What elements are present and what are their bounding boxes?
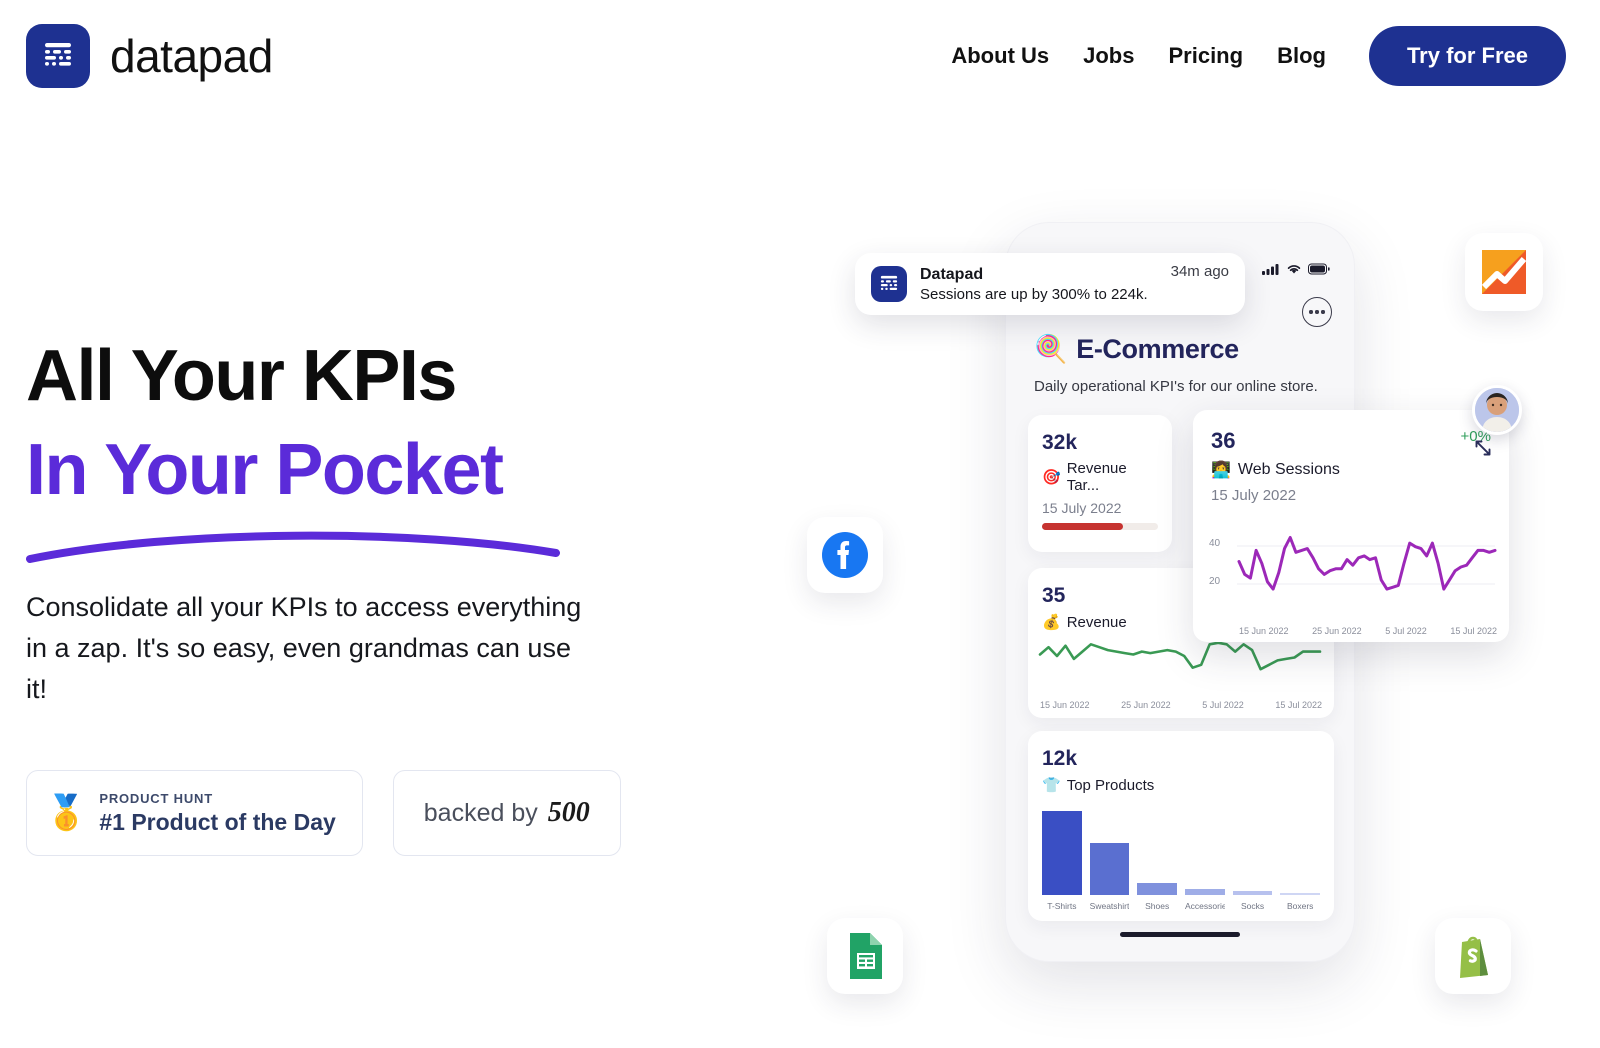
- product-hunt-badge[interactable]: 🥇 PRODUCT HUNT #1 Product of the Day: [26, 770, 363, 857]
- web-sessions-line-chart: [1237, 536, 1497, 591]
- revenue-target-date: 15 July 2022: [1042, 500, 1122, 516]
- expand-arrows-icon[interactable]: [1473, 438, 1493, 463]
- shopify-icon[interactable]: [1435, 918, 1511, 994]
- brand-logo[interactable]: datapad: [26, 24, 273, 88]
- datapad-logo-icon: [26, 24, 90, 88]
- headline-line-1: All Your KPIs: [26, 336, 457, 416]
- bar-label-1: Sweatshirt: [1089, 901, 1130, 911]
- top-products-value: 12k: [1042, 747, 1078, 770]
- backed-by-number: 500: [547, 797, 590, 829]
- notification-message: Sessions are up by 300% to 224k.: [920, 285, 1148, 303]
- top-products-bar-chart: [1042, 803, 1321, 895]
- google-analytics-icon[interactable]: [1465, 233, 1543, 311]
- web-sessions-y-tick-20: 20: [1209, 576, 1221, 587]
- product-hunt-title: #1 Product of the Day: [99, 808, 336, 835]
- notification-app-name: Datapad: [920, 265, 984, 283]
- datapad-app-icon: [871, 266, 907, 302]
- hero-badges: 🥇 PRODUCT HUNT #1 Product of the Day bac…: [26, 770, 746, 857]
- tshirt-icon: 👕: [1042, 777, 1061, 794]
- home-indicator: [1120, 932, 1240, 937]
- revenue-target-name: 🎯 Revenue Tar...: [1042, 460, 1127, 494]
- more-options-icon[interactable]: [1302, 297, 1332, 327]
- lollipop-icon: 🍭: [1034, 334, 1068, 364]
- battery-icon: [1308, 263, 1330, 275]
- bar-label-0: T-Shirts: [1047, 901, 1077, 911]
- dashboard-title-text: E-Commerce: [1076, 333, 1239, 364]
- kpi-card-revenue-target[interactable]: 32k 🎯 Revenue Tar... 15 July 2022: [1028, 415, 1172, 552]
- bar-5: [1280, 892, 1321, 895]
- phone-status-bar: [1262, 263, 1330, 275]
- revenue-target-progress-fill: [1042, 523, 1124, 530]
- dashboard-title: 🍭 E-Commerce: [1034, 333, 1239, 365]
- top-products-axis-labels: T-Shirts Sweatshirt Shoes Accessorie... Sock…: [1042, 901, 1320, 911]
- medal-icon: 🥇: [45, 794, 88, 833]
- google-sheets-icon[interactable]: [827, 918, 903, 994]
- kpi-card-web-sessions[interactable]: 36 +0% 👩‍💻 Web Sessions 15 July 2022: [1193, 410, 1509, 642]
- revenue-target-value: 32k: [1042, 431, 1078, 454]
- push-notification[interactable]: Datapad Sessions are up by 300% to 224k.…: [855, 253, 1245, 315]
- bar-0: [1042, 811, 1082, 895]
- bar-4: [1232, 890, 1273, 895]
- bar-label-3: Accessorie...: [1185, 901, 1225, 911]
- product-mockup: 🍭 E-Commerce Daily operational KPI's for…: [760, 0, 1600, 1048]
- bar-2: [1137, 883, 1178, 895]
- web-sessions-axis-labels: 15 Jun 2022 25 Jun 2022 5 Jul 2022 15 Ju…: [1239, 626, 1497, 636]
- backed-by-500-badge[interactable]: backed by 500: [392, 770, 621, 857]
- user-avatar[interactable]: [1472, 385, 1522, 435]
- revenue-target-progress-bar: [1042, 523, 1158, 530]
- target-icon: 🎯: [1042, 469, 1061, 486]
- hero-section: All Your KPIs In Your Pocket Consolidate…: [26, 330, 746, 857]
- headline-underline-decoration: [26, 523, 566, 564]
- web-sessions-date: 15 July 2022: [1211, 487, 1297, 504]
- hero-subheadline: Consolidate all your KPIs to access ever…: [26, 592, 582, 705]
- top-products-name: 👕 Top Products: [1042, 776, 1155, 795]
- bar-1: [1089, 843, 1130, 895]
- dashboard-subtitle: Daily operational KPI's for our online s…: [1034, 378, 1318, 395]
- landing-page: datapad About Us Jobs Pricing Blog Try f…: [0, 0, 1600, 1048]
- product-hunt-kicker: PRODUCT HUNT: [99, 790, 213, 806]
- wifi-icon: [1287, 265, 1301, 274]
- bar-label-4: Socks: [1240, 901, 1265, 911]
- cellular-signal-icon: [1262, 264, 1279, 275]
- headline-line-2: In Your Pocket: [26, 429, 504, 510]
- woman-technologist-icon: 👩‍💻: [1211, 462, 1231, 479]
- brand-name: datapad: [110, 30, 273, 82]
- web-sessions-value: 36: [1211, 428, 1236, 453]
- page-title: All Your KPIs In Your Pocket: [26, 330, 746, 517]
- web-sessions-y-tick-40: 40: [1209, 538, 1221, 549]
- kpi-card-top-products[interactable]: 12k 👕 Top Products T-Shirts Sweatshirt Sho…: [1028, 731, 1334, 921]
- bar-3: [1185, 889, 1225, 895]
- bar-label-2: Shoes: [1145, 901, 1170, 911]
- web-sessions-name: 👩‍💻 Web Sessions: [1211, 461, 1340, 479]
- bar-label-5: Boxers: [1286, 901, 1314, 911]
- backed-by-label: backed by: [423, 798, 538, 827]
- revenue-axis-labels: 15 Jun 2022 25 Jun 2022 5 Jul 2022 15 Ju…: [1040, 700, 1322, 710]
- facebook-icon[interactable]: [807, 517, 883, 593]
- notification-timestamp: 34m ago: [1170, 263, 1229, 280]
- money-bag-icon: 💰: [1042, 614, 1061, 631]
